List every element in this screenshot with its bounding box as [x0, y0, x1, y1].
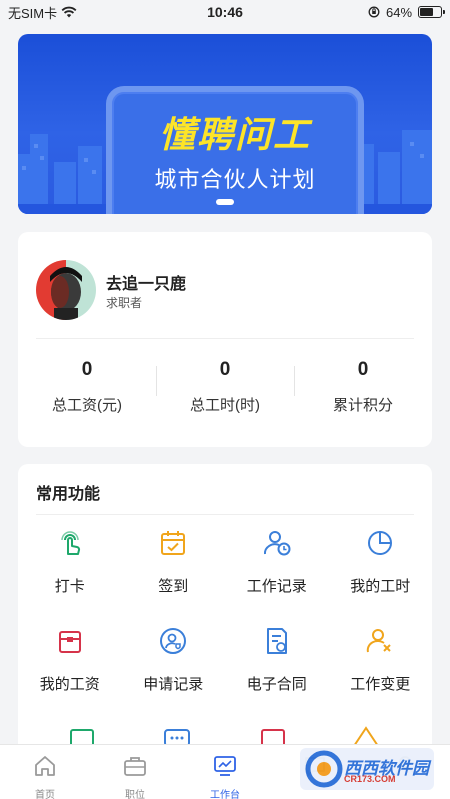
- user-remove-icon: [367, 629, 391, 653]
- function-label: 我的工资: [39, 676, 100, 693]
- profile-card: 去追一只鹿 求职者 0 总工资(元) 0 总工时(时) 0 累计积分: [18, 232, 432, 447]
- function-application-record[interactable]: 申请记录: [122, 626, 226, 698]
- tab-label: 首页: [35, 790, 55, 799]
- user-shield-icon: [160, 628, 187, 654]
- tab-label: 工作台: [210, 790, 240, 799]
- stat-value: 0: [357, 359, 369, 380]
- home-icon: [35, 756, 55, 776]
- function-job-change[interactable]: 工作变更: [329, 626, 433, 698]
- function-work-record[interactable]: 工作记录: [225, 528, 329, 600]
- more-function-icons: [70, 726, 379, 746]
- contract-icon: [266, 628, 287, 654]
- briefcase-icon: [124, 757, 146, 776]
- banner-subtitle: 城市合伙人计划: [154, 167, 316, 192]
- status-time: 10:46: [207, 4, 243, 20]
- avatar[interactable]: [36, 260, 96, 320]
- tab-label: 职位: [125, 790, 145, 799]
- function-label: 电子合同: [246, 676, 307, 693]
- stat-value: 0: [81, 359, 93, 380]
- function-my-wage[interactable]: 我的工资: [18, 626, 122, 698]
- watermark-emblem-icon: [305, 750, 343, 788]
- calendar-check-icon: [161, 531, 186, 555]
- watermark-logo: 西西软件园 CR173.COM: [300, 748, 434, 790]
- stat-total-points[interactable]: 0 累计积分: [294, 356, 432, 415]
- tab-home[interactable]: 首页: [0, 745, 90, 799]
- function-my-hours[interactable]: 我的工时: [329, 528, 433, 600]
- function-e-contract[interactable]: 电子合同: [225, 626, 329, 698]
- stat-total-hours[interactable]: 0 总工时(时): [156, 356, 294, 415]
- stat-label: 总工时(时): [190, 397, 260, 414]
- stat-value: 0: [219, 359, 231, 380]
- user-role: 求职者: [106, 296, 143, 310]
- stat-total-wage[interactable]: 0 总工资(元): [18, 356, 156, 415]
- status-bar: 无SIM卡 10:46 64%: [0, 0, 450, 24]
- status-right: 64%: [297, 4, 446, 20]
- carousel-indicator[interactable]: [216, 199, 234, 205]
- user-clock-icon: [263, 531, 291, 556]
- pie-chart-icon: [368, 531, 393, 555]
- function-label: 签到: [158, 578, 189, 595]
- function-label: 申请记录: [143, 676, 204, 693]
- function-label: 工作记录: [246, 578, 307, 595]
- battery-fill: [420, 8, 433, 16]
- stat-label: 总工资(元): [52, 397, 122, 414]
- wallet-icon: [58, 631, 81, 653]
- function-label: 工作变更: [350, 676, 411, 693]
- function-clock-in[interactable]: 打卡: [18, 528, 122, 600]
- banner-title: 懂聘问工: [158, 115, 311, 156]
- functions-grid: 打卡 签到 工作记录 我的工时 我的工资 申请记录 电子合同 工作变更: [18, 528, 432, 698]
- functions-divider: [36, 514, 414, 515]
- banner[interactable]: 懂聘问工 城市合伙人计划: [18, 34, 432, 214]
- functions-card: 常用功能 打卡 签到 工作记录 我的工时 我的工资 申请记录 电子合同 工作变更: [18, 464, 432, 764]
- status-left: 无SIM卡: [8, 3, 153, 22]
- orientation-lock-icon: [368, 6, 380, 18]
- wifi-icon: [61, 6, 77, 18]
- functions-title: 常用功能: [36, 486, 101, 503]
- tap-icon: [61, 531, 80, 555]
- carrier-text: 无SIM卡: [8, 5, 58, 21]
- stats-row: 0 总工资(元) 0 总工时(时) 0 累计积分: [18, 356, 432, 415]
- tab-jobs[interactable]: 职位: [90, 745, 180, 799]
- stat-label: 累计积分: [332, 397, 393, 414]
- avatar-image: [36, 260, 96, 320]
- profile-divider: [36, 338, 414, 339]
- battery-icon: [418, 6, 446, 18]
- user-name: 去追一只鹿: [106, 276, 187, 293]
- tab-workbench[interactable]: 工作台: [180, 745, 270, 799]
- function-label: 打卡: [54, 578, 85, 595]
- function-sign-in[interactable]: 签到: [122, 528, 226, 600]
- watermark-subtext: CR173.COM: [344, 774, 396, 784]
- banner-panel: 懂聘问工 城市合伙人计划: [106, 86, 364, 214]
- function-label: 我的工时: [350, 578, 411, 595]
- battery-percent: 64%: [385, 4, 413, 20]
- monitor-icon: [214, 756, 236, 776]
